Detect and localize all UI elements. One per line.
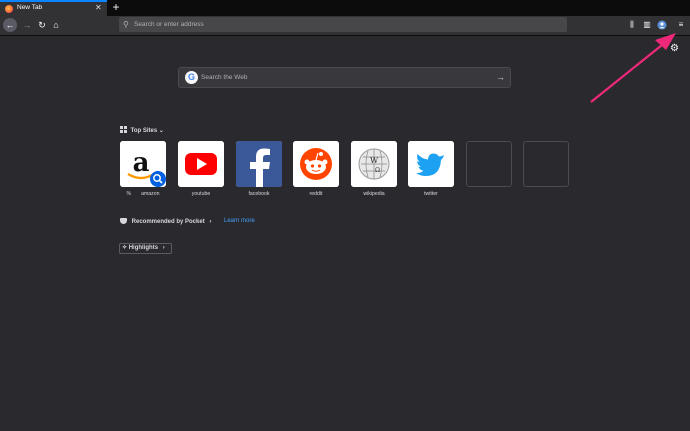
address-bar[interactable]: ⚲ Search or enter address <box>119 17 567 32</box>
top-sites-header[interactable]: Top Sites ⌄ <box>120 126 164 134</box>
highlights-label: Highlights <box>128 245 159 251</box>
account-icon <box>657 20 667 30</box>
menu-button[interactable]: ≡ <box>674 18 688 32</box>
facebook-icon <box>236 141 282 187</box>
top-site-amazon[interactable]: a <box>120 141 166 187</box>
grid-icon <box>120 126 127 133</box>
reddit-icon <box>293 141 339 187</box>
search-go-arrow-icon[interactable]: → <box>496 68 505 87</box>
chevron-down-icon: ⌄ <box>158 128 164 134</box>
top-site-label-amazon: % amazon <box>126 191 160 197</box>
svg-text:Ω: Ω <box>375 167 380 174</box>
highlights-icon: ✧ <box>122 245 128 251</box>
top-site-empty-slot[interactable] <box>523 141 569 187</box>
search-icon: ⚲ <box>123 20 129 29</box>
top-site-reddit[interactable] <box>293 141 339 187</box>
top-sites-label: Top Sites <box>130 128 158 134</box>
chevron-right-icon: › <box>162 245 165 251</box>
reload-button[interactable]: ↻ <box>35 18 49 32</box>
tab-strip: New Tab ✕ + <box>0 0 690 16</box>
wikipedia-icon: W Ω <box>351 141 397 187</box>
top-site-label-wikipedia: wikipedia <box>363 191 385 197</box>
top-site-wikipedia[interactable]: W Ω <box>351 141 397 187</box>
pocket-header[interactable]: Recommended by Pocket › <box>120 218 211 225</box>
firefox-icon <box>5 5 13 13</box>
top-site-label-twitter: twitter <box>424 191 438 197</box>
twitter-icon <box>408 141 454 187</box>
top-site-youtube[interactable] <box>178 141 224 187</box>
top-site-label-reddit: reddit <box>309 191 323 197</box>
top-site-label-facebook: facebook <box>248 191 270 197</box>
back-button[interactable]: ← <box>3 18 17 32</box>
learn-more-link[interactable]: Learn more <box>224 218 255 224</box>
close-tab-icon[interactable]: ✕ <box>95 2 102 14</box>
new-tab-button[interactable]: + <box>109 0 123 16</box>
pocket-icon <box>120 218 127 224</box>
highlights-button[interactable]: ✧ Highlights › <box>119 243 172 254</box>
top-site-label-youtube: youtube <box>191 191 211 197</box>
svg-text:a: a <box>133 148 150 178</box>
settings-gear-icon[interactable]: ⚙ <box>670 43 679 54</box>
forward-button[interactable]: → <box>20 18 34 32</box>
annotation-arrow <box>590 33 676 103</box>
top-site-twitter[interactable] <box>408 141 454 187</box>
tab-new-tab[interactable]: New Tab ✕ <box>0 0 107 16</box>
tab-title: New Tab <box>17 4 43 11</box>
library-button[interactable]: ⫼ <box>625 18 639 32</box>
web-search-placeholder: Search the Web <box>201 74 248 81</box>
google-icon: G <box>185 71 198 84</box>
home-button[interactable]: ⌂ <box>49 18 63 32</box>
top-site-facebook[interactable] <box>236 141 282 187</box>
amazon-icon: a <box>120 141 166 187</box>
account-button[interactable] <box>655 18 669 32</box>
web-search-box[interactable]: G Search the Web → <box>178 67 511 88</box>
pocket-label: Recommended by Pocket <box>131 219 205 225</box>
sidebar-button[interactable]: ▥ <box>640 18 654 32</box>
navigation-toolbar: ← → ↻ ⌂ ⚲ Search or enter address ⫼ ▥ ≡ <box>0 16 690 36</box>
chevron-right-icon: › <box>209 219 212 225</box>
address-bar-placeholder: Search or enter address <box>134 21 204 28</box>
top-site-empty-slot[interactable] <box>466 141 512 187</box>
youtube-icon <box>178 141 224 187</box>
pinned-indicator: % <box>126 191 132 197</box>
svg-text:W: W <box>370 156 379 165</box>
